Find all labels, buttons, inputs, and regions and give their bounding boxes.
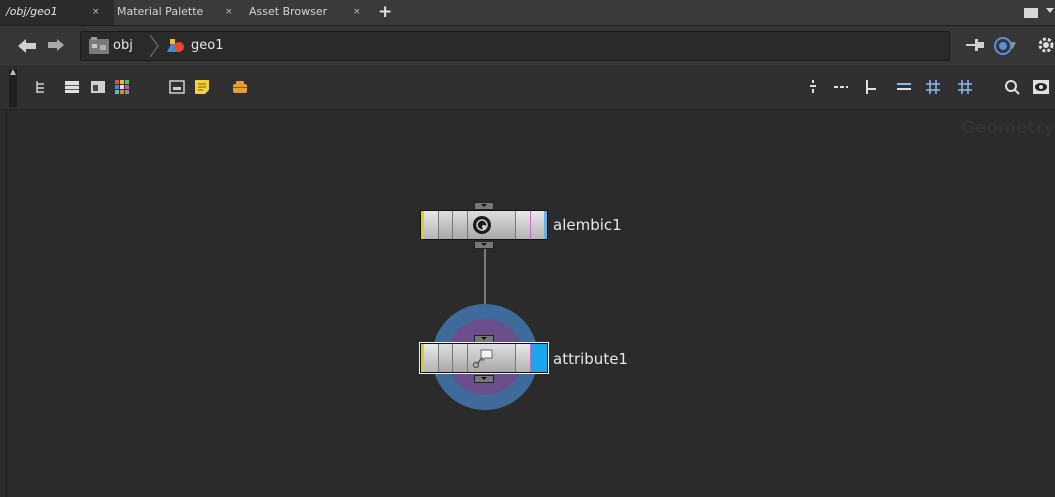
alembic-icon xyxy=(473,216,491,234)
geo-network-icon xyxy=(167,39,184,52)
lock-flag[interactable] xyxy=(453,344,468,372)
output-connector[interactable] xyxy=(474,375,494,383)
node-label[interactable]: alembic1 xyxy=(553,216,622,234)
template-flag[interactable] xyxy=(515,344,532,372)
tab-label: Material Palette xyxy=(117,5,204,18)
tab-close-icon[interactable]: × xyxy=(353,0,361,24)
distribute-icon[interactable] xyxy=(896,79,912,95)
network-view-icon[interactable] xyxy=(993,36,1013,56)
attribute-icon xyxy=(472,349,493,369)
color-palette-icon[interactable] xyxy=(114,79,130,95)
tab-asset-browser[interactable]: Asset Browser × xyxy=(244,0,373,25)
sticky-note-icon[interactable] xyxy=(194,79,210,95)
breadcrumb-separator xyxy=(149,34,159,58)
dashed-line-icon[interactable] xyxy=(833,79,849,95)
tab-close-icon[interactable]: × xyxy=(225,0,233,24)
forward-arrow-icon[interactable] xyxy=(48,39,64,51)
back-arrow-icon[interactable] xyxy=(18,39,36,53)
output-connector[interactable] xyxy=(474,241,494,249)
breadcrumb-obj[interactable]: obj xyxy=(113,38,133,53)
bypass-flag[interactable] xyxy=(438,211,453,239)
network-canvas[interactable]: Geometry alembic1 attribute1 xyxy=(6,110,1055,497)
tab-close-icon[interactable]: × xyxy=(92,0,100,24)
input-connector[interactable] xyxy=(474,202,494,210)
network-box-icon[interactable] xyxy=(169,79,185,95)
pane-layout-icon[interactable] xyxy=(1024,8,1038,18)
render-flag[interactable] xyxy=(531,344,547,372)
bypass-flag[interactable] xyxy=(438,344,453,372)
chevron-down-icon[interactable] xyxy=(1046,8,1054,13)
thumbnail-view-icon[interactable] xyxy=(90,79,106,95)
list-view-icon[interactable] xyxy=(64,79,80,95)
obj-network-icon xyxy=(89,37,109,54)
tab-bar: /obj/geo1 × Material Palette × Asset Bro… xyxy=(0,0,1055,26)
path-field[interactable]: obj geo1 ▼ xyxy=(80,31,1016,61)
node-alembic1[interactable] xyxy=(420,210,548,240)
breadcrumb-geo1[interactable]: geo1 xyxy=(191,38,223,53)
display-flag[interactable] xyxy=(421,211,439,239)
lock-flag[interactable] xyxy=(453,211,468,239)
subnet-box-icon[interactable] xyxy=(232,79,248,95)
context-watermark: Geometry xyxy=(961,118,1055,138)
display-flag[interactable] xyxy=(421,344,439,372)
tab-material-palette[interactable]: Material Palette × xyxy=(112,0,241,25)
node-attribute1[interactable] xyxy=(419,342,549,374)
path-bar: obj geo1 ▼ xyxy=(0,26,1055,66)
search-icon[interactable] xyxy=(1004,79,1020,95)
align-vertical-icon[interactable] xyxy=(805,79,821,95)
pin-icon[interactable] xyxy=(966,38,986,52)
tab-obj-geo1[interactable]: /obj/geo1 × xyxy=(0,0,114,25)
network-toolbar xyxy=(0,67,1055,110)
tree-view-icon[interactable] xyxy=(34,79,50,95)
render-flag[interactable] xyxy=(531,211,547,239)
grid-snap-icon[interactable] xyxy=(925,79,941,95)
node-label[interactable]: attribute1 xyxy=(553,350,628,368)
grid-icon[interactable] xyxy=(957,79,973,95)
toolbar-grip[interactable] xyxy=(9,69,17,107)
input-connector[interactable] xyxy=(474,335,494,343)
add-tab-button[interactable]: + xyxy=(378,2,392,22)
template-flag[interactable] xyxy=(515,211,532,239)
gear-icon[interactable] xyxy=(1036,35,1055,55)
eye-icon[interactable] xyxy=(1033,79,1049,95)
tab-label: Asset Browser xyxy=(249,5,328,18)
align-left-icon[interactable] xyxy=(862,79,878,95)
tab-label: /obj/geo1 xyxy=(6,5,58,18)
